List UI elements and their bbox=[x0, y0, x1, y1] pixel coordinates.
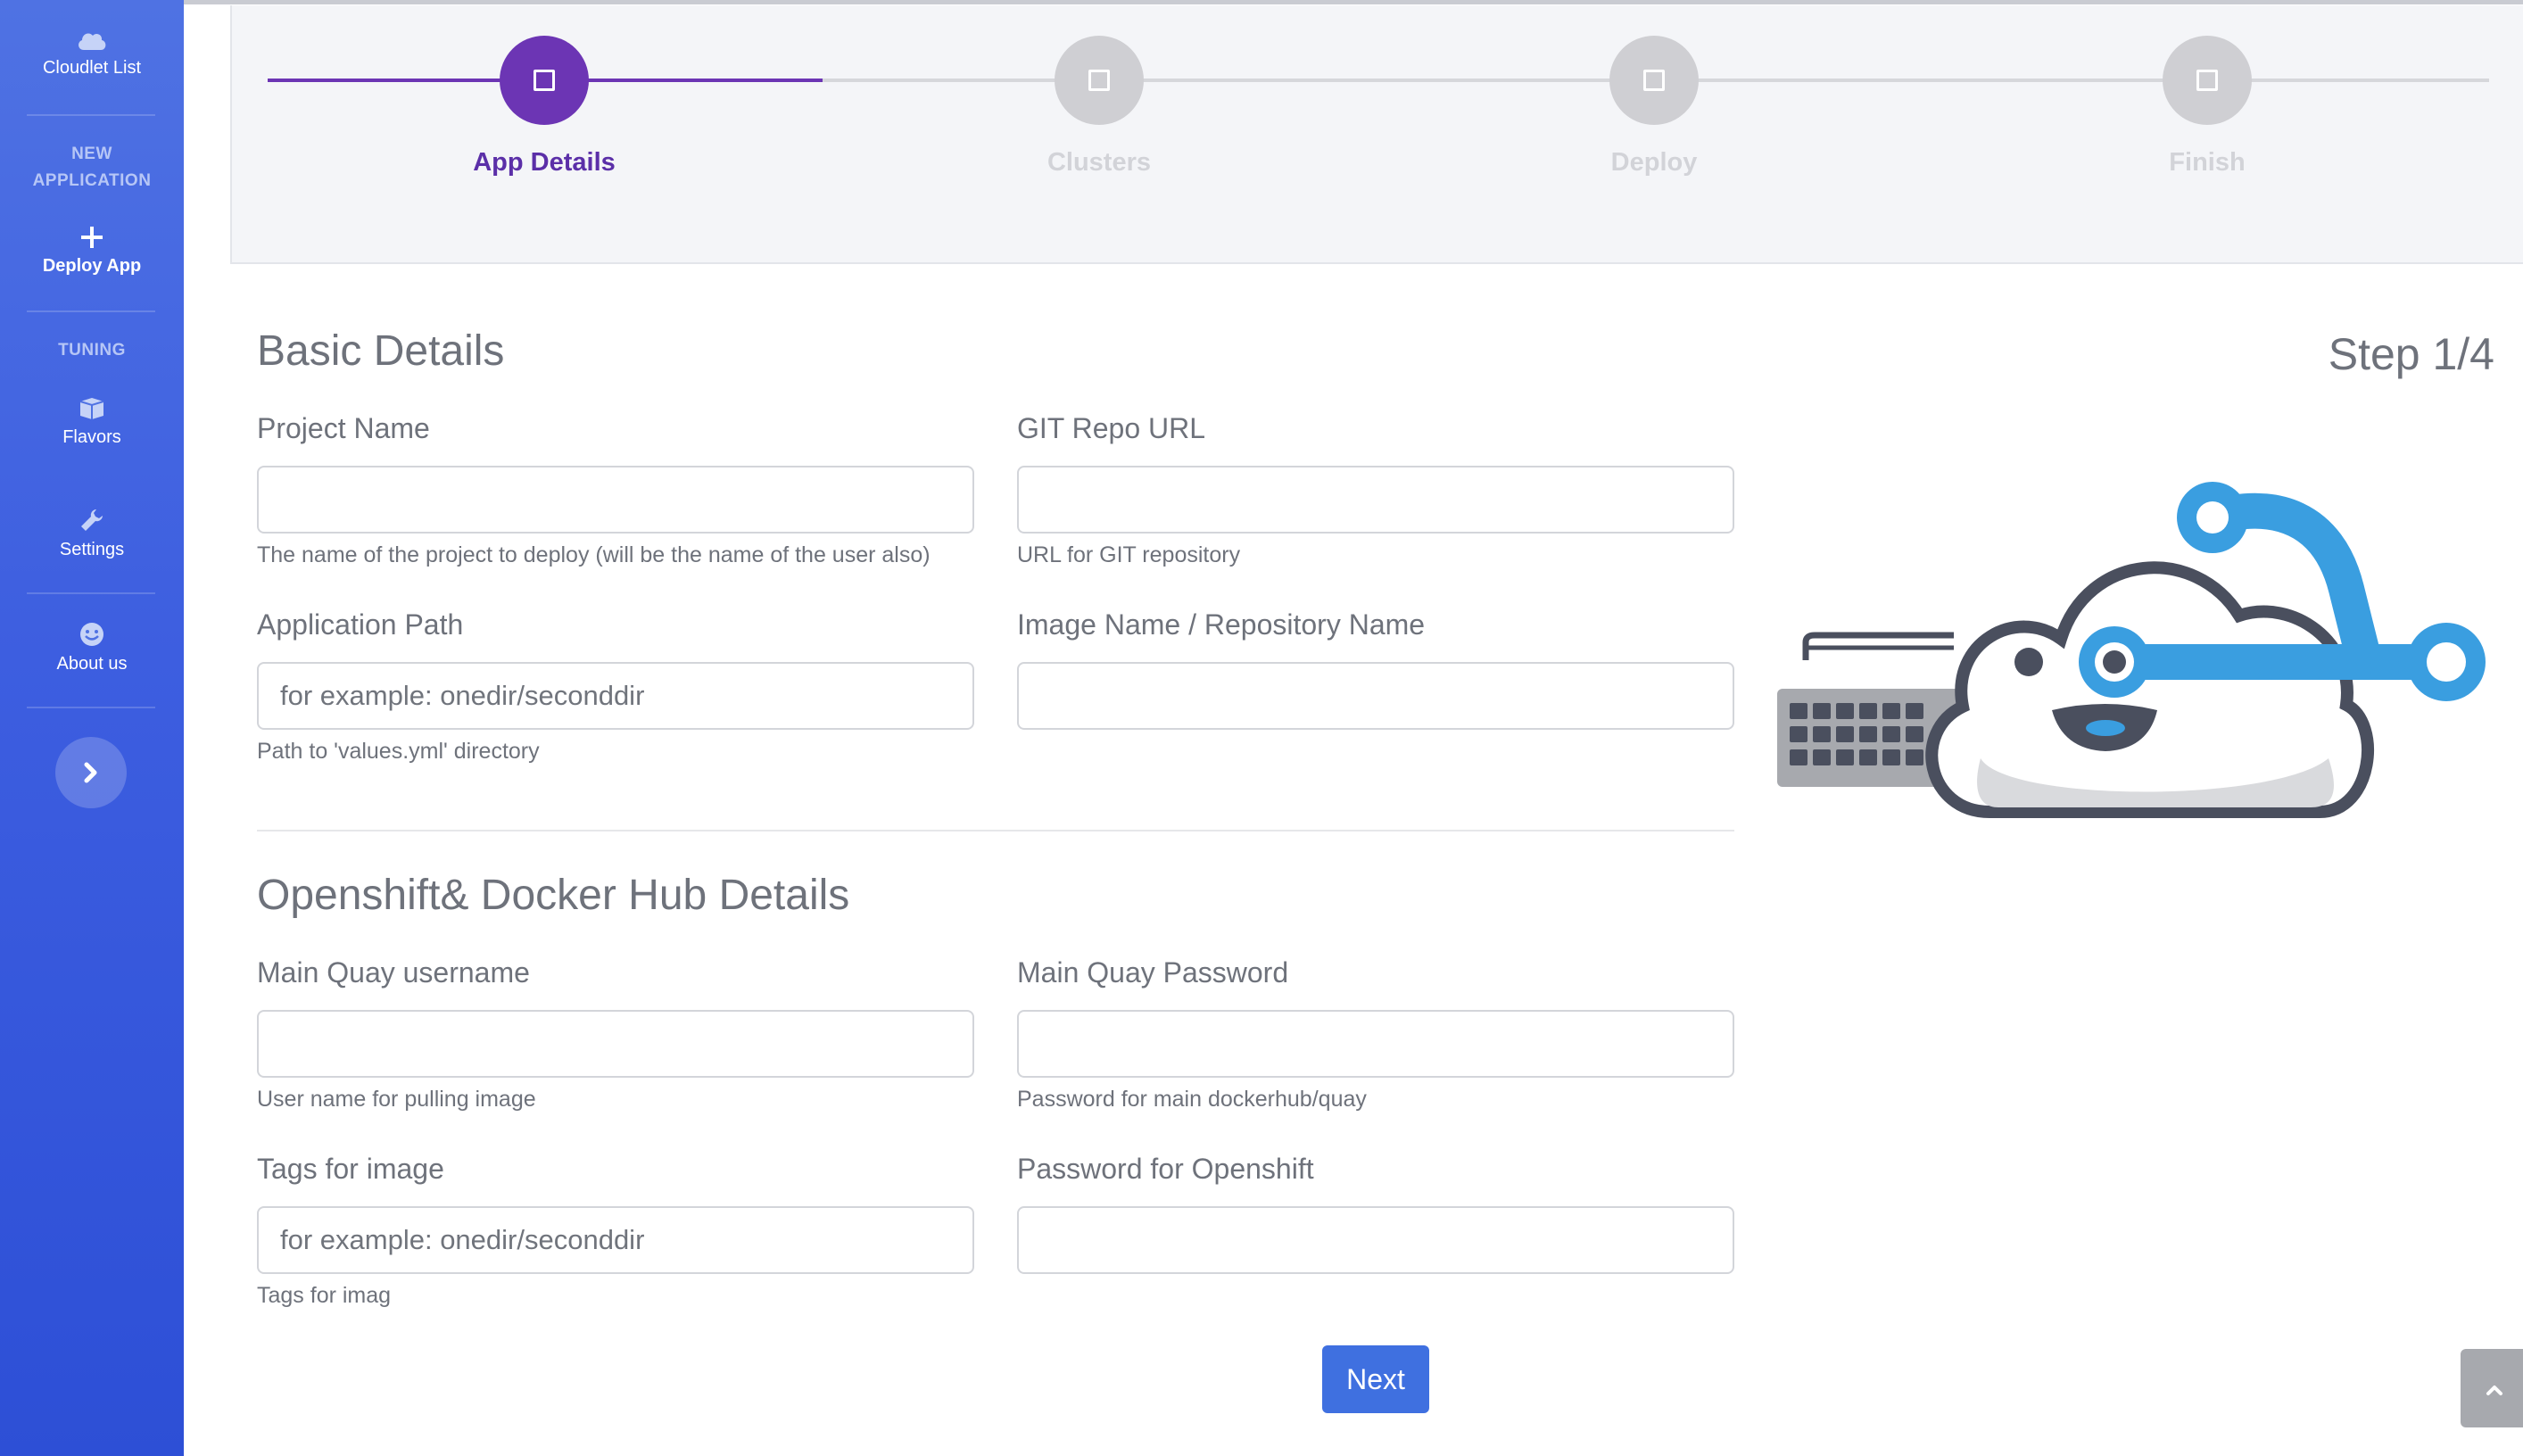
tags-help: Tags for imag bbox=[257, 1283, 392, 1308]
sidebar-item-label: Cloudlet List bbox=[42, 58, 142, 78]
quay-password-help: Password for main dockerhub/quay bbox=[1017, 1087, 1367, 1112]
sidebar-divider bbox=[27, 310, 155, 312]
openshift-docker-title: Openshift& Docker Hub Details bbox=[257, 872, 850, 919]
sidebar-item-deploy-app[interactable]: Deploy App bbox=[0, 225, 184, 277]
sidebar-item-label: Deploy App bbox=[42, 256, 142, 276]
quay-username-label: Main Quay username bbox=[257, 956, 530, 989]
step-indicator: Step 1/4 bbox=[2328, 329, 2494, 379]
sidebar-item-label: Flavors bbox=[62, 427, 121, 447]
chevron-up-icon bbox=[2461, 1386, 2523, 1431]
section-label-line1: NEW bbox=[71, 145, 112, 163]
sidebar-divider bbox=[27, 114, 155, 116]
square-icon bbox=[534, 70, 555, 91]
step-1-circle[interactable] bbox=[500, 36, 589, 125]
sidebar-item-settings[interactable]: Settings bbox=[0, 507, 184, 560]
square-icon bbox=[2196, 70, 2218, 91]
sidebar-divider bbox=[27, 707, 155, 708]
project-name-input[interactable] bbox=[257, 466, 974, 534]
cube-icon bbox=[0, 396, 184, 421]
sidebar-item-flavors[interactable]: Flavors bbox=[0, 396, 184, 448]
next-button[interactable]: Next bbox=[1322, 1345, 1429, 1413]
chevron-right-icon bbox=[55, 762, 127, 812]
plus-icon bbox=[0, 225, 184, 250]
quay-username-help: User name for pulling image bbox=[257, 1087, 536, 1112]
git-repo-url-input[interactable] bbox=[1017, 466, 1734, 534]
application-path-input[interactable] bbox=[257, 662, 974, 730]
step-2-label: Clusters bbox=[1046, 148, 1152, 177]
section-label-line2: APPLICATION bbox=[32, 171, 152, 190]
square-icon bbox=[1643, 70, 1665, 91]
project-name-label: Project Name bbox=[257, 412, 430, 444]
sidebar-item-about-us[interactable]: About us bbox=[0, 621, 184, 674]
image-name-label: Image Name / Repository Name bbox=[1017, 608, 1426, 641]
basic-details-title: Basic Details bbox=[257, 327, 505, 375]
project-name-help: The name of the project to deploy (will … bbox=[257, 542, 931, 567]
application-path-help: Path to 'values.yml' directory bbox=[257, 739, 540, 764]
git-repo-url-label: GIT Repo URL bbox=[1017, 412, 1206, 444]
sidebar-item-cloudlet-list[interactable]: Cloudlet List bbox=[0, 29, 184, 79]
cloud-icon bbox=[0, 29, 184, 52]
sidebar: Cloudlet List NEW APPLICATION Deploy App… bbox=[0, 0, 184, 1456]
openshift-password-input[interactable] bbox=[1017, 1206, 1734, 1274]
tags-label: Tags for image bbox=[257, 1153, 444, 1185]
top-border bbox=[0, 0, 2523, 4]
step-1-label: App Details bbox=[473, 148, 616, 177]
wrench-icon bbox=[0, 507, 184, 534]
step-2-circle[interactable] bbox=[1055, 36, 1144, 125]
sidebar-item-label: About us bbox=[56, 654, 128, 674]
step-3-label: Deploy bbox=[1610, 148, 1698, 177]
git-repo-url-help: URL for GIT repository bbox=[1017, 542, 1241, 567]
quay-password-label: Main Quay Password bbox=[1017, 956, 1289, 989]
tags-input[interactable] bbox=[257, 1206, 974, 1274]
sidebar-section-tuning: TUNING bbox=[58, 341, 126, 360]
square-icon bbox=[1088, 70, 1110, 91]
step-4-label: Finish bbox=[2169, 148, 2246, 177]
cloud-git-illustration bbox=[1775, 464, 2498, 843]
step-3-circle[interactable] bbox=[1609, 36, 1699, 125]
quay-password-input[interactable] bbox=[1017, 1010, 1734, 1078]
application-path-label: Application Path bbox=[257, 608, 464, 641]
image-name-input[interactable] bbox=[1017, 662, 1734, 730]
scroll-to-top-button[interactable] bbox=[2461, 1349, 2523, 1427]
section-divider bbox=[257, 830, 1734, 831]
sidebar-section-new-application: NEW APPLICATION bbox=[0, 141, 184, 194]
step-4-circle[interactable] bbox=[2163, 36, 2252, 125]
cloud-mascot bbox=[1925, 561, 2374, 818]
sidebar-expand-button[interactable] bbox=[55, 737, 127, 808]
sidebar-item-label: Settings bbox=[59, 540, 125, 559]
smiley-icon bbox=[0, 621, 184, 648]
sidebar-divider bbox=[27, 592, 155, 594]
quay-username-input[interactable] bbox=[257, 1010, 974, 1078]
wizard-stepper: App Details Clusters Deploy Finish bbox=[230, 5, 2523, 264]
openshift-password-label: Password for Openshift bbox=[1017, 1153, 1314, 1185]
